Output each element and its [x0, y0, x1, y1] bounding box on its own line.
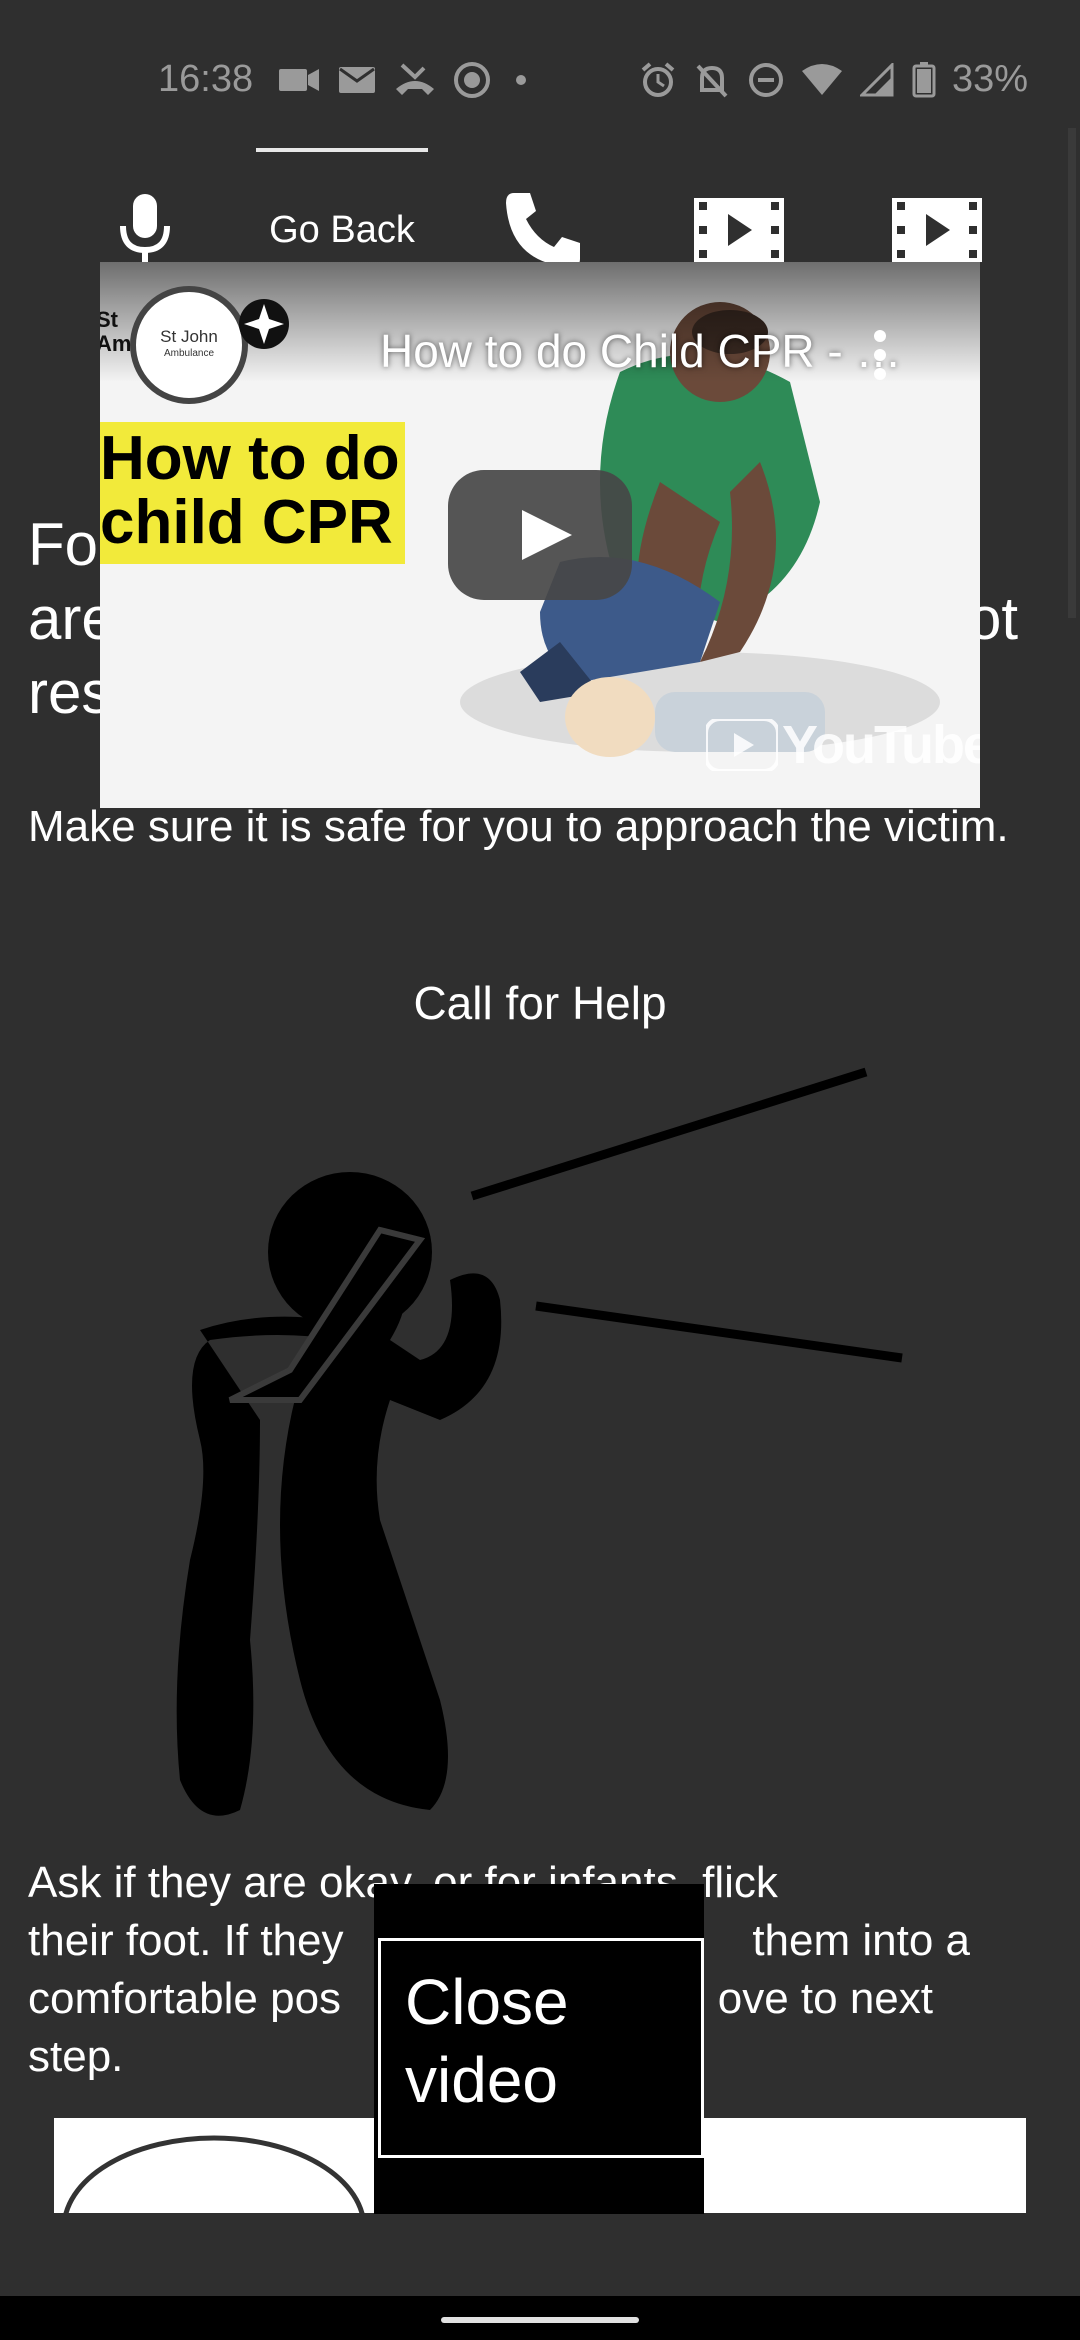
channel-name-line-2: Ambulance [163, 348, 215, 359]
thumbnail-title-line-2: child CPR [100, 488, 393, 557]
close-video-label-2: video [405, 2044, 558, 2116]
behind-text-2: Am [100, 331, 132, 356]
tab-indicator [256, 148, 428, 152]
media-icon [454, 62, 490, 98]
channel-avatar-label: St John Ambulance [160, 328, 218, 362]
alarm-icon [641, 62, 675, 97]
channel-avatar[interactable]: St John Ambulance [130, 286, 248, 404]
microphone-button[interactable] [100, 190, 190, 270]
missed-call-icon [396, 63, 434, 95]
system-icons [640, 62, 936, 98]
video-button-2[interactable] [892, 190, 982, 270]
scrollbar[interactable] [1068, 128, 1076, 618]
call-button[interactable] [498, 190, 588, 270]
video-title[interactable]: How to do Child CPR - … [380, 324, 902, 378]
battery-percentage: 33% [952, 58, 1029, 100]
video-button-1[interactable] [694, 190, 784, 270]
microphone-icon [120, 194, 170, 266]
close-video-label-1: Close [405, 1966, 569, 2038]
ask-line-3: comfortable pos [28, 1974, 342, 2023]
video-icon [694, 198, 784, 262]
mail-icon [339, 67, 375, 93]
thumbnail-title: How to do child CPR [100, 427, 400, 555]
video-player[interactable]: St Am How to do child CPR St John Ambula… [100, 262, 980, 808]
youtube-logo[interactable]: YouTube [706, 714, 980, 776]
video-icon [892, 198, 982, 262]
home-indicator[interactable] [441, 2317, 639, 2323]
video-camera-icon [279, 69, 319, 91]
more-options-icon[interactable] [870, 328, 890, 382]
step-title: Call for Help [413, 977, 667, 1029]
youtube-label: YouTube [782, 715, 980, 775]
st-john-cross-icon [239, 299, 289, 349]
status-time: 16:38 [158, 58, 254, 100]
phone-icon [506, 193, 580, 267]
behind-text-1: St [100, 307, 118, 332]
battery-icon [912, 62, 936, 98]
dnd-icon [749, 63, 783, 97]
ask-line-3-end: ove to next [717, 1974, 933, 2023]
notification-icons [278, 62, 534, 98]
channel-name-line-1: St John [160, 327, 218, 346]
safety-text: Make sure it is safe for you to approach… [28, 802, 1009, 851]
signal-icon [860, 63, 894, 97]
dot-icon [516, 75, 526, 85]
ask-line-2: their foot. If they [28, 1916, 344, 1965]
ask-line-2-end: them into a [752, 1916, 970, 1965]
close-video-button[interactable]: Close video [378, 1938, 704, 2158]
thumbnail-title-line-1: How to do [100, 424, 400, 493]
play-icon [522, 510, 572, 560]
behind-channel-text: St Am [100, 308, 131, 356]
play-button[interactable] [448, 470, 632, 600]
youtube-play-icon [706, 719, 778, 771]
bell-off-icon [696, 64, 728, 98]
call-for-help-illustration [176, 1067, 903, 1816]
status-bar: 16:38 33% [0, 0, 1080, 100]
wifi-icon [802, 64, 842, 95]
go-back-button[interactable]: Go Back [256, 190, 428, 270]
